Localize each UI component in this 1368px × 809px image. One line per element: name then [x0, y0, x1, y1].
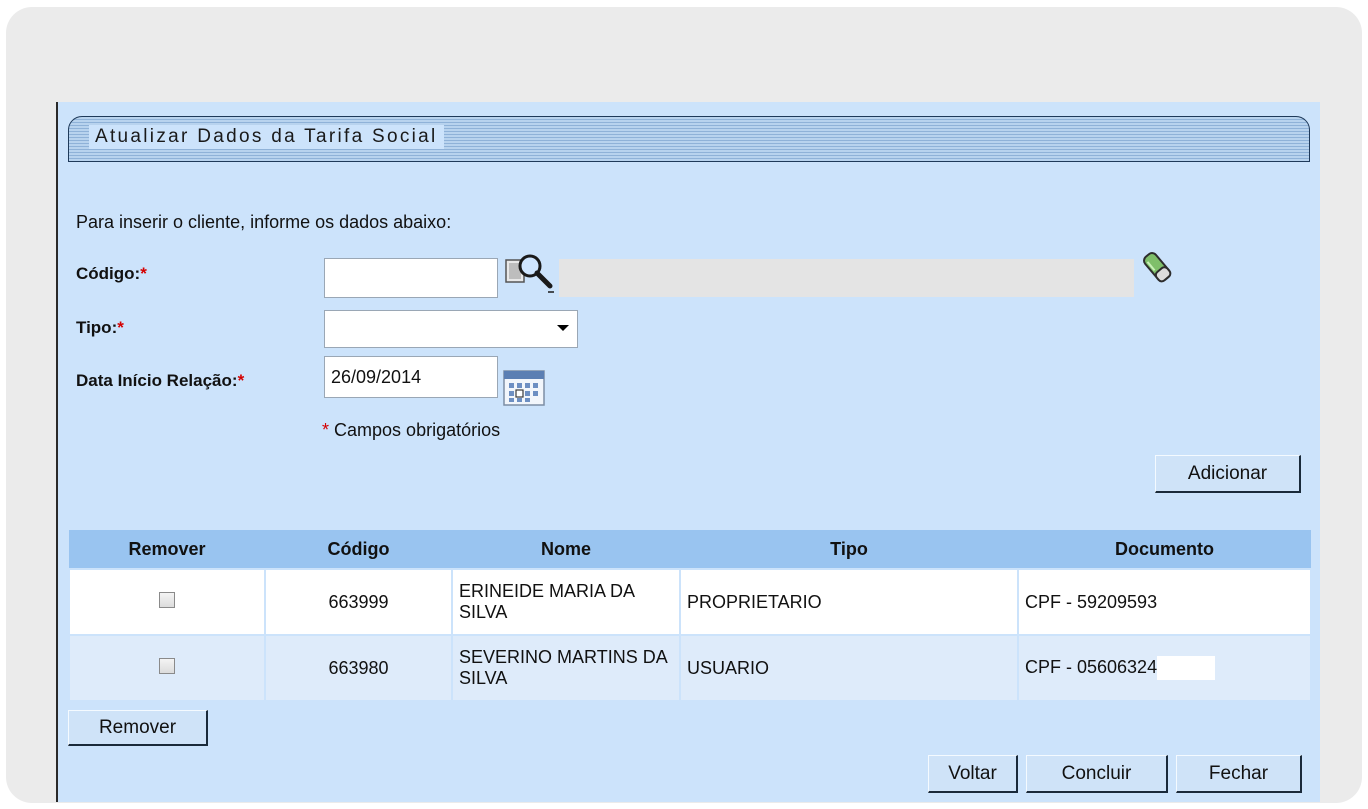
header-codigo: Código [265, 530, 452, 569]
codigo-cell: 663999 [264, 568, 453, 636]
header-nome: Nome [452, 530, 680, 569]
required-fields-note: * Campos obrigatórios [322, 420, 501, 440]
remove-checkbox[interactable] [159, 657, 175, 674]
header-remover: Remover [69, 530, 265, 569]
header-tipo: Tipo [680, 530, 1018, 569]
table-row: 663999 ERINEIDE MARIA DA SILVA PROPRIETA… [68, 568, 1312, 636]
header-documento: Documento [1018, 530, 1311, 569]
close-button[interactable]: Fechar [1176, 755, 1302, 793]
magnifier-search-icon[interactable] [504, 252, 554, 294]
form-title-bar: Atualizar Dados da Tarifa Social [68, 116, 1310, 162]
nome-cell: SEVERINO MARTINS DA SILVA [451, 634, 681, 702]
tipo-label: Tipo:* [76, 318, 124, 337]
table-row: 663980 SEVERINO MARTINS DA SILVA USUARIO… [68, 634, 1312, 702]
calendar-icon[interactable] [503, 370, 545, 406]
codigo-label: Código:* [76, 264, 147, 283]
table-header-row: Remover Código Nome Tipo Documento [69, 530, 1311, 569]
cliente-name-display [559, 259, 1134, 297]
remove-button[interactable]: Remover [68, 710, 208, 746]
redaction-mask [1157, 656, 1216, 680]
finish-button[interactable]: Concluir [1026, 755, 1168, 793]
nome-cell: ERINEIDE MARIA DA SILVA [451, 568, 681, 636]
data-inicio-label: Data Início Relação:* [76, 371, 245, 390]
remove-cell [68, 568, 266, 636]
codigo-cell: 663980 [264, 634, 453, 702]
documento-text: CPF - 05606324 [1025, 656, 1158, 677]
codigo-input[interactable] [324, 258, 498, 298]
data-inicio-input[interactable] [324, 356, 498, 398]
back-button[interactable]: Voltar [928, 755, 1018, 793]
tipo-cell: PROPRIETARIO [679, 568, 1019, 636]
instruction-text: Para inserir o cliente, informe os dados… [76, 212, 452, 232]
eraser-icon[interactable] [1140, 249, 1174, 285]
form-title: Atualizar Dados da Tarifa Social [89, 125, 444, 149]
chevron-down-icon [557, 325, 569, 331]
tipo-cell: USUARIO [679, 634, 1019, 702]
remove-checkbox[interactable] [159, 591, 175, 608]
remove-cell [68, 634, 266, 702]
clients-table: Remover Código Nome Tipo Documento 66399… [68, 530, 1312, 702]
documento-cell: CPF - 05606324 [1017, 634, 1312, 702]
documento-cell: CPF - 59209593 [1017, 568, 1312, 636]
add-button[interactable]: Adicionar [1155, 455, 1301, 493]
tipo-select[interactable] [324, 310, 578, 348]
